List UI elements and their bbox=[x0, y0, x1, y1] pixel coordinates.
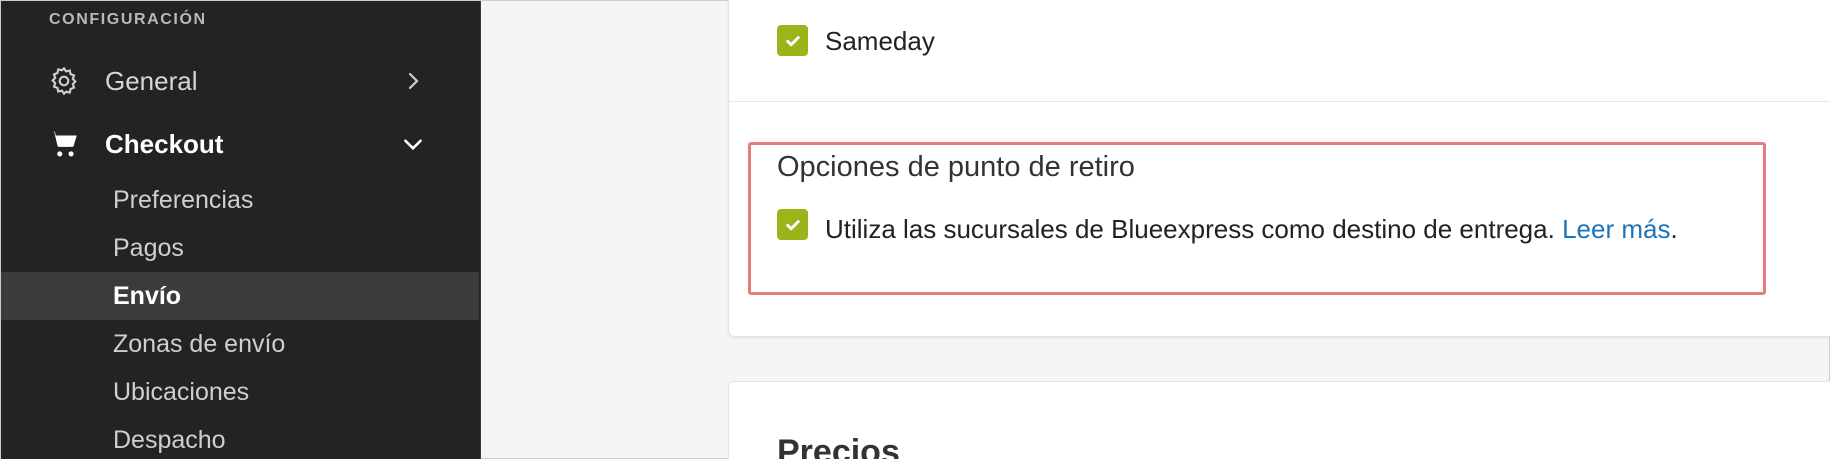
sameday-label: Sameday bbox=[825, 26, 935, 56]
pickup-branches-checkbox[interactable] bbox=[777, 209, 808, 240]
cart-icon bbox=[47, 127, 81, 161]
check-icon bbox=[785, 35, 800, 46]
sameday-checkbox[interactable] bbox=[777, 25, 808, 56]
pickup-options-heading: Opciones de punto de retiro bbox=[777, 151, 1135, 183]
sidebar-subitem-pagos[interactable]: Pagos bbox=[1, 224, 479, 272]
sidebar-item-general[interactable]: General bbox=[1, 55, 481, 107]
pickup-branches-text: Utiliza las sucursales de Blueexpress co… bbox=[825, 214, 1555, 244]
sidebar-subitem-label: Preferencias bbox=[113, 185, 254, 214]
sidebar-section-title: CONFIGURACIÓN bbox=[49, 11, 207, 28]
sidebar-subitem-envio[interactable]: Envío bbox=[1, 272, 479, 320]
card-divider bbox=[728, 101, 1830, 102]
sidebar-subitem-zonas-de-envio[interactable]: Zonas de envío bbox=[1, 320, 479, 368]
sidebar-subitem-label: Envío bbox=[113, 281, 182, 310]
sidebar-subitem-label: Zonas de envío bbox=[113, 329, 286, 358]
check-icon bbox=[785, 219, 800, 230]
sidebar-subitem-label: Pagos bbox=[113, 233, 184, 262]
sidebar: CONFIGURACIÓN General Checkout Preferenc… bbox=[1, 1, 481, 459]
pickup-branches-label: Utiliza las sucursales de Blueexpress co… bbox=[825, 214, 1678, 245]
sidebar-subitem-preferencias[interactable]: Preferencias bbox=[1, 176, 479, 224]
sidebar-subitem-ubicaciones[interactable]: Ubicaciones bbox=[1, 368, 479, 416]
pickup-branches-period: . bbox=[1670, 214, 1678, 244]
sidebar-subitem-label: Ubicaciones bbox=[113, 377, 250, 406]
sidebar-item-label: Checkout bbox=[105, 128, 224, 159]
gear-icon bbox=[47, 64, 81, 98]
sidebar-subitem-label: Despacho bbox=[113, 425, 226, 454]
chevron-right-icon bbox=[397, 65, 429, 97]
sidebar-item-checkout[interactable]: Checkout bbox=[1, 118, 481, 170]
sidebar-item-label: General bbox=[105, 65, 198, 96]
prices-heading: Precios bbox=[777, 433, 900, 459]
chevron-down-icon bbox=[397, 128, 429, 160]
read-more-link[interactable]: Leer más bbox=[1562, 214, 1670, 244]
sidebar-subitem-despacho[interactable]: Despacho bbox=[1, 416, 479, 459]
